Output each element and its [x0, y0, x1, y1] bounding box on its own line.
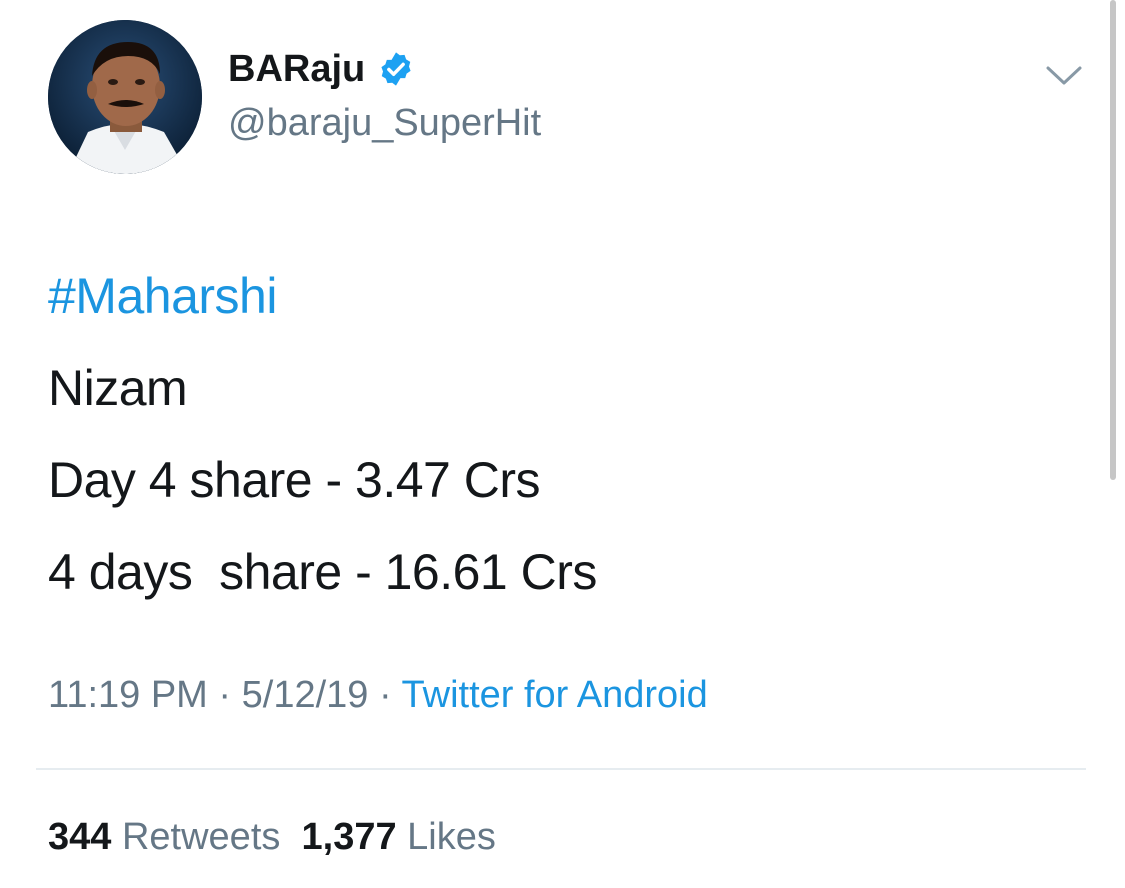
- author-handle[interactable]: @baraju_SuperHit: [228, 98, 541, 148]
- retweets-stat[interactable]: 344 Retweets: [48, 816, 280, 858]
- tweet-line: Day 4 share - 3.47 Crs: [48, 452, 540, 508]
- tweet-menu-button[interactable]: [1042, 56, 1086, 96]
- tweet-time[interactable]: 11:19 PM: [48, 674, 208, 716]
- divider: [36, 768, 1086, 770]
- author-display-name[interactable]: BARaju: [228, 44, 365, 94]
- meta-separator: ·: [368, 674, 402, 716]
- likes-count: 1,377: [301, 816, 397, 858]
- meta-separator: ·: [207, 674, 242, 716]
- tweet-date[interactable]: 5/12/19: [242, 674, 369, 716]
- tweet-text: #Maharshi Nizam Day 4 share - 3.47 Crs 4…: [48, 250, 1098, 618]
- tweet-stats: 344 Retweets 1,377 Likes: [48, 812, 496, 862]
- tweet-metadata: 11:19 PM · 5/12/19 · Twitter for Android: [48, 670, 708, 720]
- tweet-line: Nizam: [48, 360, 188, 416]
- retweets-count: 344: [48, 816, 112, 858]
- likes-stat[interactable]: 1,377 Likes: [302, 816, 496, 858]
- likes-label: Likes: [407, 816, 496, 858]
- hashtag-link[interactable]: #Maharshi: [48, 250, 1098, 342]
- verified-badge-icon: [377, 50, 415, 88]
- author-name-row[interactable]: BARaju: [228, 44, 415, 94]
- tweet-line: 4 days share - 16.61 Crs: [48, 544, 597, 600]
- profile-photo-icon: [48, 20, 202, 174]
- scrollbar[interactable]: [1110, 0, 1116, 480]
- chevron-down-icon: [1046, 66, 1082, 85]
- avatar[interactable]: [48, 20, 202, 174]
- retweets-label: Retweets: [121, 816, 281, 858]
- tweet-source-link[interactable]: Twitter for Android: [402, 674, 708, 716]
